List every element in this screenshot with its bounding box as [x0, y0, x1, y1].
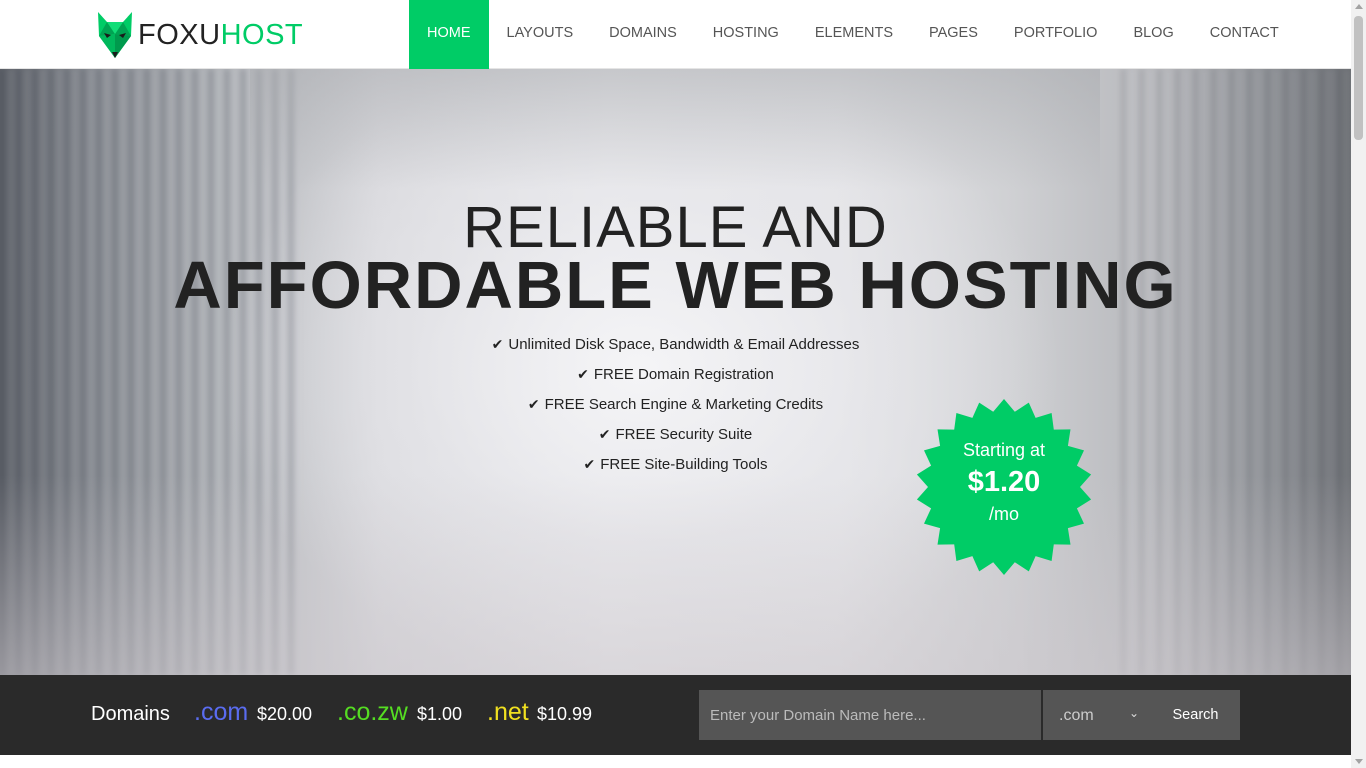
tld-com-price: $20.00: [257, 704, 313, 724]
hero-title-line2: AFFORDABLE WEB HOSTING: [173, 248, 1178, 323]
price-badge: Starting at $1.20 /mo: [916, 399, 1092, 575]
main-nav: HOME LAYOUTS DOMAINS HOSTING ELEMENTS PA…: [409, 0, 1297, 69]
scroll-thumb[interactable]: [1354, 16, 1363, 140]
checkmark-icon: ✔: [527, 396, 540, 412]
scroll-up-arrow-icon[interactable]: [1355, 4, 1363, 9]
logo[interactable]: FOXUHOST: [96, 12, 303, 58]
tld-net: .net: [487, 698, 529, 726]
nav-hosting[interactable]: HOSTING: [695, 0, 797, 69]
hero-section: RELIABLE AND AFFORDABLE WEB HOSTING ✔ Unl…: [0, 69, 1351, 675]
tld-cozw: .co.zw: [337, 698, 408, 726]
chevron-down-icon: ⌄: [1128, 706, 1139, 720]
nav-elements[interactable]: ELEMENTS: [797, 0, 911, 69]
checkmark-icon: ✔: [583, 456, 596, 472]
next-section-edge: [0, 755, 1351, 768]
badge-price: $1.20: [967, 466, 1041, 498]
checkmark-icon: ✔: [598, 426, 611, 442]
scroll-down-arrow-icon[interactable]: [1355, 759, 1363, 764]
badge-starting-at: Starting at: [962, 440, 1046, 460]
tld-com: .com: [194, 698, 249, 726]
site-header: FOXUHOST HOME LAYOUTS DOMAINS HOSTING EL…: [0, 0, 1351, 69]
tld-cozw-price: $1.00: [417, 704, 463, 724]
tld-select-value: .com: [1059, 707, 1094, 724]
feature-item: ✔ FREE Domain Registration: [0, 363, 1351, 393]
logo-text: FOXUHOST: [138, 18, 304, 51]
domains-title: Domains: [91, 703, 170, 725]
feature-item: ✔ Unlimited Disk Space, Bandwidth & Email…: [0, 333, 1351, 363]
checkmark-icon: ✔: [577, 366, 589, 382]
nav-domains[interactable]: DOMAINS: [591, 0, 695, 69]
nav-contact[interactable]: CONTACT: [1192, 0, 1297, 69]
hero-bg-floor: [0, 475, 1351, 675]
tld-net-price: $10.99: [537, 704, 593, 724]
nav-home[interactable]: HOME: [409, 0, 489, 69]
domain-search-input[interactable]: [699, 690, 1041, 740]
fox-head-icon: [98, 12, 132, 58]
domain-search-button[interactable]: Search: [1151, 690, 1240, 740]
tld-select[interactable]: .com ⌄: [1043, 690, 1151, 740]
hero-bg-ceiling: [250, 69, 1100, 189]
badge-period: /mo: [988, 504, 1019, 524]
feature-item: ✔ FREE Site-Building Tools: [0, 453, 1351, 483]
domain-search-bar: Domains .com $20.00 .co.zw $1.00 .net $1…: [0, 675, 1351, 755]
nav-layouts[interactable]: LAYOUTS: [489, 0, 592, 69]
feature-list: ✔ Unlimited Disk Space, Bandwidth & Email…: [0, 333, 1351, 483]
nav-portfolio[interactable]: PORTFOLIO: [996, 0, 1116, 69]
price-badge-text: Starting at $1.20 /mo: [916, 399, 1092, 575]
nav-blog[interactable]: BLOG: [1115, 0, 1191, 69]
feature-item: ✔ FREE Security Suite: [0, 423, 1351, 453]
nav-pages[interactable]: PAGES: [911, 0, 996, 69]
checkmark-icon: ✔: [491, 336, 504, 352]
feature-item: ✔ FREE Search Engine & Marketing Credits: [0, 393, 1351, 423]
page-scrollbar[interactable]: [1351, 0, 1366, 768]
